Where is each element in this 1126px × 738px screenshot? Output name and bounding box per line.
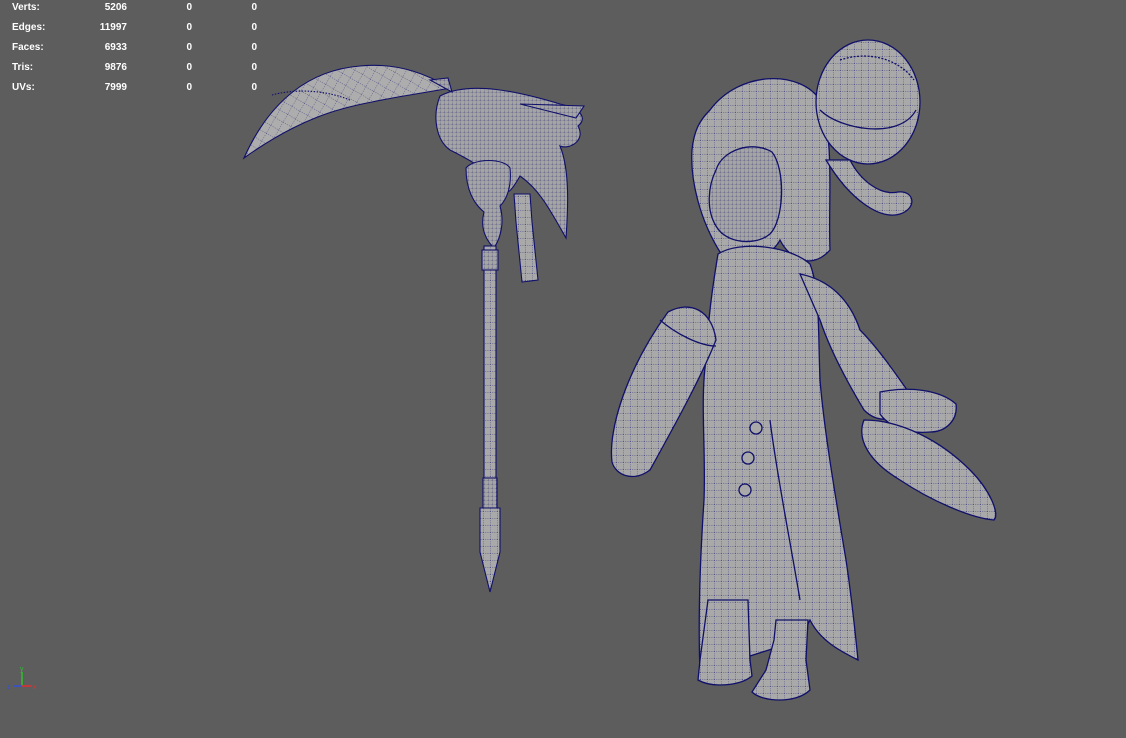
hud-value: 0 — [186, 42, 192, 53]
hud-value: 0 — [186, 22, 192, 33]
hud-label: Verts: — [12, 2, 40, 13]
hud-label: Edges: — [12, 22, 46, 33]
character-hair-curl[interactable] — [824, 159, 913, 216]
hud-value: 0 — [251, 2, 257, 13]
character-right-sleeve[interactable] — [861, 419, 997, 521]
hud-value: 0 — [186, 2, 192, 13]
hud-value: 7999 — [104, 82, 127, 93]
3d-viewport[interactable]: Verts: 5206 0 0 Edges: 11997 0 0 Faces: … — [0, 0, 1126, 738]
scythe-blade[interactable] — [242, 64, 452, 160]
hud-value: 6933 — [104, 42, 127, 53]
hud-row-uvs: UVs: 7999 0 0 — [0, 80, 270, 100]
character-left-leg[interactable] — [697, 599, 753, 686]
character-left-sleeve[interactable] — [610, 306, 717, 478]
hud-label: Tris: — [12, 62, 34, 73]
hud-row-faces: Faces: 6933 0 0 — [0, 40, 270, 60]
scythe-butt[interactable] — [479, 507, 501, 593]
hud-row-verts: Verts: 5206 0 0 — [0, 0, 270, 20]
hud-value: 0 — [186, 62, 192, 73]
hud-value: 9876 — [104, 62, 127, 73]
hud-value: 5206 — [104, 2, 127, 13]
y-axis-label: y — [20, 666, 24, 673]
coat-button[interactable] — [749, 421, 763, 435]
coat-button[interactable] — [741, 451, 755, 465]
z-axis-label: z — [7, 684, 11, 691]
hud-value: 0 — [186, 82, 192, 93]
character-mesh[interactable] — [610, 39, 997, 701]
x-axis-label: x — [33, 684, 37, 691]
hud-value: 0 — [251, 42, 257, 53]
coat-button[interactable] — [738, 483, 752, 497]
scythe-collar[interactable] — [465, 159, 511, 249]
hud-label: UVs: — [12, 82, 35, 93]
hud-value: 0 — [251, 22, 257, 33]
axis-gizmo-icon: y x z — [7, 666, 37, 691]
poly-count-hud: Verts: 5206 0 0 Edges: 11997 0 0 Faces: … — [0, 0, 270, 100]
hud-row-tris: Tris: 9876 0 0 — [0, 60, 270, 80]
hud-label: Faces: — [12, 42, 44, 53]
hud-row-edges: Edges: 11997 0 0 — [0, 20, 270, 40]
scythe-mesh[interactable] — [242, 64, 586, 593]
hud-value: 0 — [251, 82, 257, 93]
scene-meshes[interactable] — [0, 0, 1126, 738]
hud-value: 11997 — [99, 22, 127, 33]
hud-value: 0 — [251, 62, 257, 73]
scythe-tassel[interactable] — [513, 193, 539, 283]
character-face[interactable] — [708, 146, 783, 243]
scythe-shaft[interactable] — [483, 245, 497, 487]
character-hair-bun[interactable] — [815, 39, 921, 165]
